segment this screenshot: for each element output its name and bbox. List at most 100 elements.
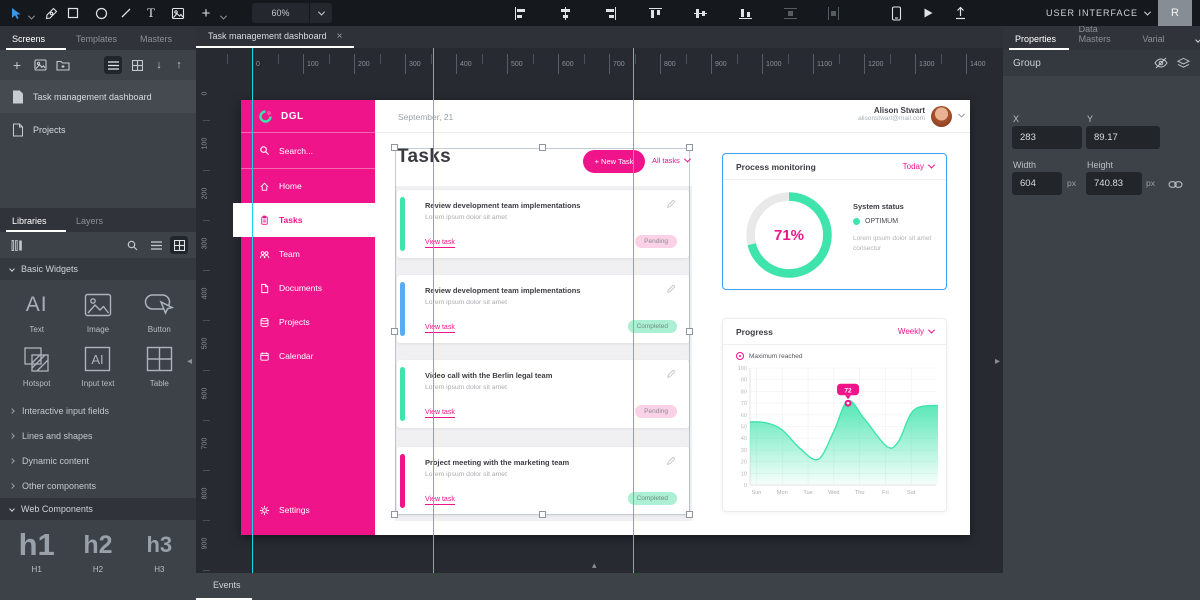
widget-hotspot[interactable]: Hotspot bbox=[6, 344, 67, 388]
align-bottom-icon[interactable] bbox=[737, 5, 753, 21]
canvas-tab[interactable]: Task management dashboard × bbox=[196, 26, 354, 48]
tab-properties[interactable]: Properties bbox=[1015, 34, 1067, 50]
design-menu-team[interactable]: Team bbox=[241, 237, 375, 271]
resize-handle[interactable] bbox=[686, 144, 693, 151]
tab-data-masters[interactable]: Data Masters bbox=[1079, 24, 1131, 50]
columns-filter-icon[interactable] bbox=[8, 236, 26, 254]
align-middle-icon[interactable] bbox=[692, 5, 708, 21]
add-image-screen-icon[interactable] bbox=[31, 56, 49, 74]
resize-handle[interactable] bbox=[539, 511, 546, 518]
move-up-icon[interactable]: ↑ bbox=[170, 56, 188, 74]
select-tool-chevron-icon[interactable] bbox=[23, 9, 39, 25]
web-component-h2[interactable]: h2H2 bbox=[67, 530, 128, 574]
image-tool-icon[interactable] bbox=[170, 5, 186, 21]
tab-varial[interactable]: Varial bbox=[1142, 34, 1194, 50]
account-avatar[interactable]: R bbox=[1158, 0, 1192, 26]
align-left-icon[interactable] bbox=[512, 5, 528, 21]
add-widget-icon[interactable]: + bbox=[198, 5, 214, 21]
basic-widgets-section-header[interactable]: Basic Widgets bbox=[0, 258, 196, 280]
expand-events-panel-icon[interactable]: ▴ bbox=[592, 560, 597, 571]
play-simulate-icon[interactable] bbox=[920, 5, 936, 21]
library-search-icon[interactable] bbox=[123, 236, 141, 254]
align-center-horizontal-icon[interactable] bbox=[557, 5, 573, 21]
align-right-icon[interactable] bbox=[602, 5, 618, 21]
add-screen-icon[interactable]: + bbox=[8, 56, 26, 74]
line-tool-icon[interactable] bbox=[118, 5, 134, 21]
resize-handle[interactable] bbox=[539, 144, 546, 151]
select-tool-icon[interactable] bbox=[8, 5, 24, 21]
add-widget-chevron-icon[interactable] bbox=[215, 9, 231, 25]
move-down-icon[interactable]: ↓ bbox=[150, 56, 168, 74]
resize-handle[interactable] bbox=[391, 328, 398, 335]
events-tab[interactable]: Events bbox=[213, 580, 241, 590]
device-preview-icon[interactable] bbox=[888, 5, 904, 21]
distribute-horizontal-icon[interactable] bbox=[825, 5, 841, 21]
screen-item-projects[interactable]: Projects bbox=[0, 113, 196, 146]
user-menu-chevron-icon[interactable] bbox=[958, 111, 965, 118]
design-menu-documents[interactable]: Documents bbox=[241, 271, 375, 305]
widget-table[interactable]: Table bbox=[129, 344, 190, 388]
x-input[interactable] bbox=[1012, 126, 1082, 149]
resize-handle[interactable] bbox=[391, 144, 398, 151]
progress-range-dropdown[interactable]: Weekly bbox=[898, 327, 934, 336]
resize-handle[interactable] bbox=[391, 511, 398, 518]
process-range-dropdown[interactable]: Today bbox=[903, 162, 934, 171]
layers-icon[interactable] bbox=[1174, 54, 1192, 72]
properties-tabbar-chevron-icon[interactable] bbox=[1195, 37, 1200, 43]
collapse-right-panel-icon[interactable]: ▸ bbox=[995, 356, 1000, 367]
web-component-h1[interactable]: h1H1 bbox=[6, 530, 67, 574]
design-menu-settings[interactable]: Settings bbox=[241, 495, 375, 525]
tab-masters[interactable]: Masters bbox=[140, 34, 192, 50]
tab-screens[interactable]: Screens bbox=[12, 34, 64, 50]
web-components-section-header[interactable]: Web Components bbox=[0, 498, 196, 520]
web-component-h3[interactable]: h3H3 bbox=[129, 530, 190, 574]
design-logo[interactable]: DGL bbox=[241, 100, 375, 133]
width-input[interactable] bbox=[1012, 172, 1062, 195]
design-menu-home[interactable]: Home bbox=[241, 169, 375, 203]
screen-item-task-management-dashboard[interactable]: Task management dashboard bbox=[0, 80, 196, 113]
tab-layers[interactable]: Layers bbox=[76, 216, 128, 232]
text-tool-icon[interactable]: T bbox=[143, 5, 159, 21]
add-folder-icon[interactable] bbox=[54, 56, 72, 74]
pen-tool-icon[interactable] bbox=[43, 5, 59, 21]
progress-card[interactable]: Progress Weekly Maximum reached 01020304… bbox=[722, 318, 947, 512]
height-input[interactable] bbox=[1086, 172, 1142, 195]
collapse-left-panel-icon[interactable]: ◂ bbox=[187, 356, 192, 367]
zoom-value[interactable]: 60% bbox=[252, 8, 309, 18]
rectangle-tool-icon[interactable] bbox=[65, 5, 81, 21]
library-list-view-icon[interactable] bbox=[147, 236, 165, 254]
guide-line[interactable] bbox=[252, 48, 253, 573]
section-dynamic-content[interactable]: Dynamic content bbox=[0, 448, 196, 473]
widget-text[interactable]: AIText bbox=[6, 290, 67, 334]
link-dimensions-icon[interactable] bbox=[1166, 175, 1184, 193]
design-search[interactable]: Search... bbox=[241, 133, 375, 169]
zoom-dropdown-icon[interactable] bbox=[310, 11, 332, 16]
list-view-icon[interactable] bbox=[104, 56, 122, 74]
design-menu-tasks[interactable]: Tasks bbox=[233, 203, 375, 237]
resize-handle[interactable] bbox=[686, 328, 693, 335]
widget-image[interactable]: Image bbox=[67, 290, 128, 334]
section-interactive-input-fields[interactable]: Interactive input fields bbox=[0, 398, 196, 423]
resize-handle[interactable] bbox=[686, 511, 693, 518]
widget-button[interactable]: Button bbox=[129, 290, 190, 334]
align-top-icon[interactable] bbox=[647, 5, 663, 21]
grid-view-icon[interactable] bbox=[128, 56, 146, 74]
section-lines-and-shapes[interactable]: Lines and shapes bbox=[0, 423, 196, 448]
tab-templates[interactable]: Templates bbox=[76, 34, 128, 50]
share-export-icon[interactable] bbox=[952, 5, 968, 21]
library-grid-view-icon[interactable] bbox=[170, 236, 188, 254]
widget-input-text[interactable]: AIInput text bbox=[67, 344, 128, 388]
process-monitoring-card[interactable]: Process monitoring Today 71% System stat… bbox=[722, 153, 947, 290]
design-menu-projects[interactable]: Projects bbox=[241, 305, 375, 339]
ellipse-tool-icon[interactable] bbox=[93, 5, 109, 21]
mode-dropdown[interactable]: USER INTERFACE bbox=[1046, 0, 1150, 26]
close-tab-icon[interactable]: × bbox=[337, 31, 343, 42]
section-other-components[interactable]: Other components bbox=[0, 473, 196, 498]
zoom-control[interactable]: 60% bbox=[252, 3, 332, 23]
y-input[interactable] bbox=[1086, 126, 1160, 149]
distribute-vertical-icon[interactable] bbox=[782, 5, 798, 21]
visibility-off-icon[interactable] bbox=[1152, 54, 1170, 72]
tab-libraries[interactable]: Libraries bbox=[12, 216, 64, 232]
user-block[interactable]: Alison Stwart alisonstwart@mail.com bbox=[858, 106, 925, 122]
canvas-area[interactable]: Task management dashboard × 010020030040… bbox=[196, 26, 1003, 573]
